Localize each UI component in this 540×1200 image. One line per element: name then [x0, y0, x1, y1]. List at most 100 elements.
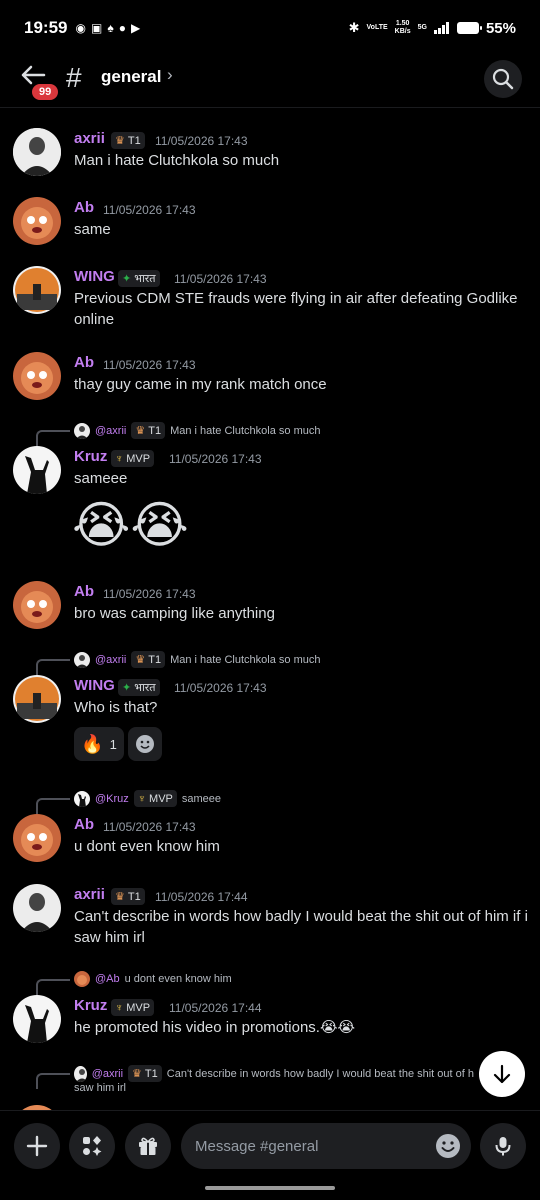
message-text: u dont even know him: [74, 838, 220, 855]
avatar[interactable]: [13, 814, 61, 862]
crown-icon: ♛: [115, 891, 125, 903]
reply-avatar: [74, 790, 90, 807]
username[interactable]: axrii: [74, 130, 105, 147]
network-gen: 5G: [417, 24, 427, 31]
reply-preview[interactable]: @axrii ♛ T1 Can't describe in words how b…: [74, 1065, 474, 1082]
role-badge: ♛ T1: [131, 422, 166, 439]
role-badge[interactable]: ♛ T1: [111, 132, 145, 149]
gift-button[interactable]: [125, 1123, 171, 1169]
avatar[interactable]: [13, 884, 61, 932]
signal-icon: [433, 22, 449, 34]
avatar[interactable]: [13, 446, 61, 494]
emoji-icon[interactable]: [435, 1133, 461, 1159]
notification-icons: ◉ ▣ ♠ ● ▶: [75, 21, 140, 35]
attach-button[interactable]: [14, 1123, 60, 1169]
timestamp: 11/05/2026 17:43: [103, 358, 196, 372]
username[interactable]: Ab: [74, 199, 94, 216]
bluetooth-icon: ✱: [348, 20, 360, 35]
username[interactable]: Ab: [74, 354, 94, 371]
avatar[interactable]: [13, 197, 61, 245]
username[interactable]: WING: [74, 677, 115, 694]
wings-icon: ♆: [137, 792, 147, 805]
username[interactable]: Ab: [74, 816, 94, 833]
crown-icon: ♛: [135, 425, 146, 437]
chevron-right-icon[interactable]: ›: [167, 65, 173, 85]
apps-button[interactable]: [69, 1123, 115, 1169]
role-badge: ♛ T1: [128, 1065, 162, 1082]
timestamp: 11/05/2026 17:43: [174, 272, 267, 286]
timestamp: 11/05/2026 17:43: [103, 203, 196, 217]
avatar[interactable]: [13, 995, 61, 1043]
jump-to-bottom-button[interactable]: [479, 1051, 525, 1097]
role-badge: ♆ MVP: [133, 790, 177, 807]
reply-connector: [36, 659, 70, 675]
role-badge: ♛ T1: [131, 651, 166, 668]
message-text: Can't describe in words how badly I woul…: [74, 908, 528, 946]
reply-avatar: [74, 1065, 87, 1082]
timestamp: 11/05/2026 17:43: [103, 820, 196, 834]
message-text: bro was camping like anything: [74, 605, 275, 622]
status-bar: 19:59 ◉ ▣ ♠ ● ▶ ✱ VoLTE 1.50 KB/s 5G 55%: [0, 0, 540, 56]
avatar[interactable]: [13, 266, 61, 314]
emoji-icon: [136, 735, 154, 753]
wings-icon: ♆: [115, 452, 124, 465]
reply-connector: [36, 1073, 70, 1089]
apps-icon: [83, 1136, 102, 1156]
network-speed: 1.50 KB/s: [394, 20, 411, 35]
timestamp: 11/05/2026 17:43: [174, 681, 267, 695]
reply-connector: [36, 798, 70, 814]
username[interactable]: axrii: [74, 886, 105, 903]
channel-name[interactable]: general: [101, 67, 161, 87]
voice-button[interactable]: [480, 1123, 526, 1169]
timestamp: 11/05/2026 17:44: [155, 890, 248, 904]
flag-icon: ✦: [122, 682, 132, 694]
volte-indicator: VoLTE: [366, 24, 388, 31]
snapchat-icon: ♠: [107, 21, 114, 35]
role-badge[interactable]: ✦ भारत: [118, 270, 160, 287]
message-text: thay guy came in my rank match once: [74, 376, 327, 393]
avatar[interactable]: [13, 675, 61, 723]
message-field[interactable]: [181, 1123, 471, 1169]
reply-preview-continued: saw him irl: [74, 1082, 126, 1094]
reply-preview[interactable]: @axrii ♛ T1 Man i hate Clutchkola so much: [74, 651, 320, 668]
reply-connector: [36, 430, 70, 446]
role-badge[interactable]: ♆ MVP: [111, 450, 155, 467]
search-button[interactable]: [484, 60, 522, 98]
reaction-fire[interactable]: 🔥 1: [74, 727, 124, 761]
role-badge[interactable]: ♆ MVP: [111, 999, 155, 1016]
reply-connector: [36, 979, 70, 995]
home-indicator: [205, 1186, 335, 1190]
message-text: Previous CDM STE frauds were flying in a…: [74, 290, 518, 328]
message-input[interactable]: [195, 1123, 415, 1169]
emoji-message: 😭😭: [72, 497, 189, 553]
avatar[interactable]: [13, 581, 61, 629]
timestamp: 11/05/2026 17:43: [155, 134, 248, 148]
username[interactable]: Kruz: [74, 448, 107, 465]
reply-avatar: [74, 971, 90, 987]
username[interactable]: Kruz: [74, 997, 107, 1014]
reply-preview[interactable]: @Ab u dont even know him: [74, 971, 232, 987]
wings-icon: ♆: [115, 1001, 124, 1014]
instagram-icon: ▣: [90, 21, 103, 35]
crown-icon: ♛: [132, 1068, 142, 1080]
microphone-icon: [495, 1137, 511, 1156]
username[interactable]: Ab: [74, 583, 94, 600]
role-badge[interactable]: ✦ भारत: [118, 679, 160, 696]
add-reaction-button[interactable]: [128, 727, 162, 761]
avatar[interactable]: [13, 128, 61, 176]
plus-icon: [26, 1135, 48, 1157]
fire-icon: 🔥: [81, 733, 104, 754]
username[interactable]: WING: [74, 268, 115, 285]
reply-preview[interactable]: @Kruz ♆ MVP sameee: [74, 790, 221, 807]
chat-icon: ●: [118, 21, 126, 35]
crown-icon: ♛: [115, 135, 125, 147]
message-list[interactable]: axrii ♛ T1 11/05/2026 17:43 Man i hate Cl…: [0, 108, 540, 1110]
avatar[interactable]: [13, 352, 61, 400]
status-time: 19:59: [24, 18, 68, 37]
role-badge[interactable]: ♛ T1: [111, 888, 145, 905]
reply-preview[interactable]: @axrii ♛ T1 Man i hate Clutchkola so much: [74, 422, 320, 439]
message-text: same: [74, 221, 111, 238]
channel-hash-icon: #: [66, 62, 82, 93]
reply-avatar: [74, 651, 90, 668]
reply-avatar: [74, 422, 90, 439]
